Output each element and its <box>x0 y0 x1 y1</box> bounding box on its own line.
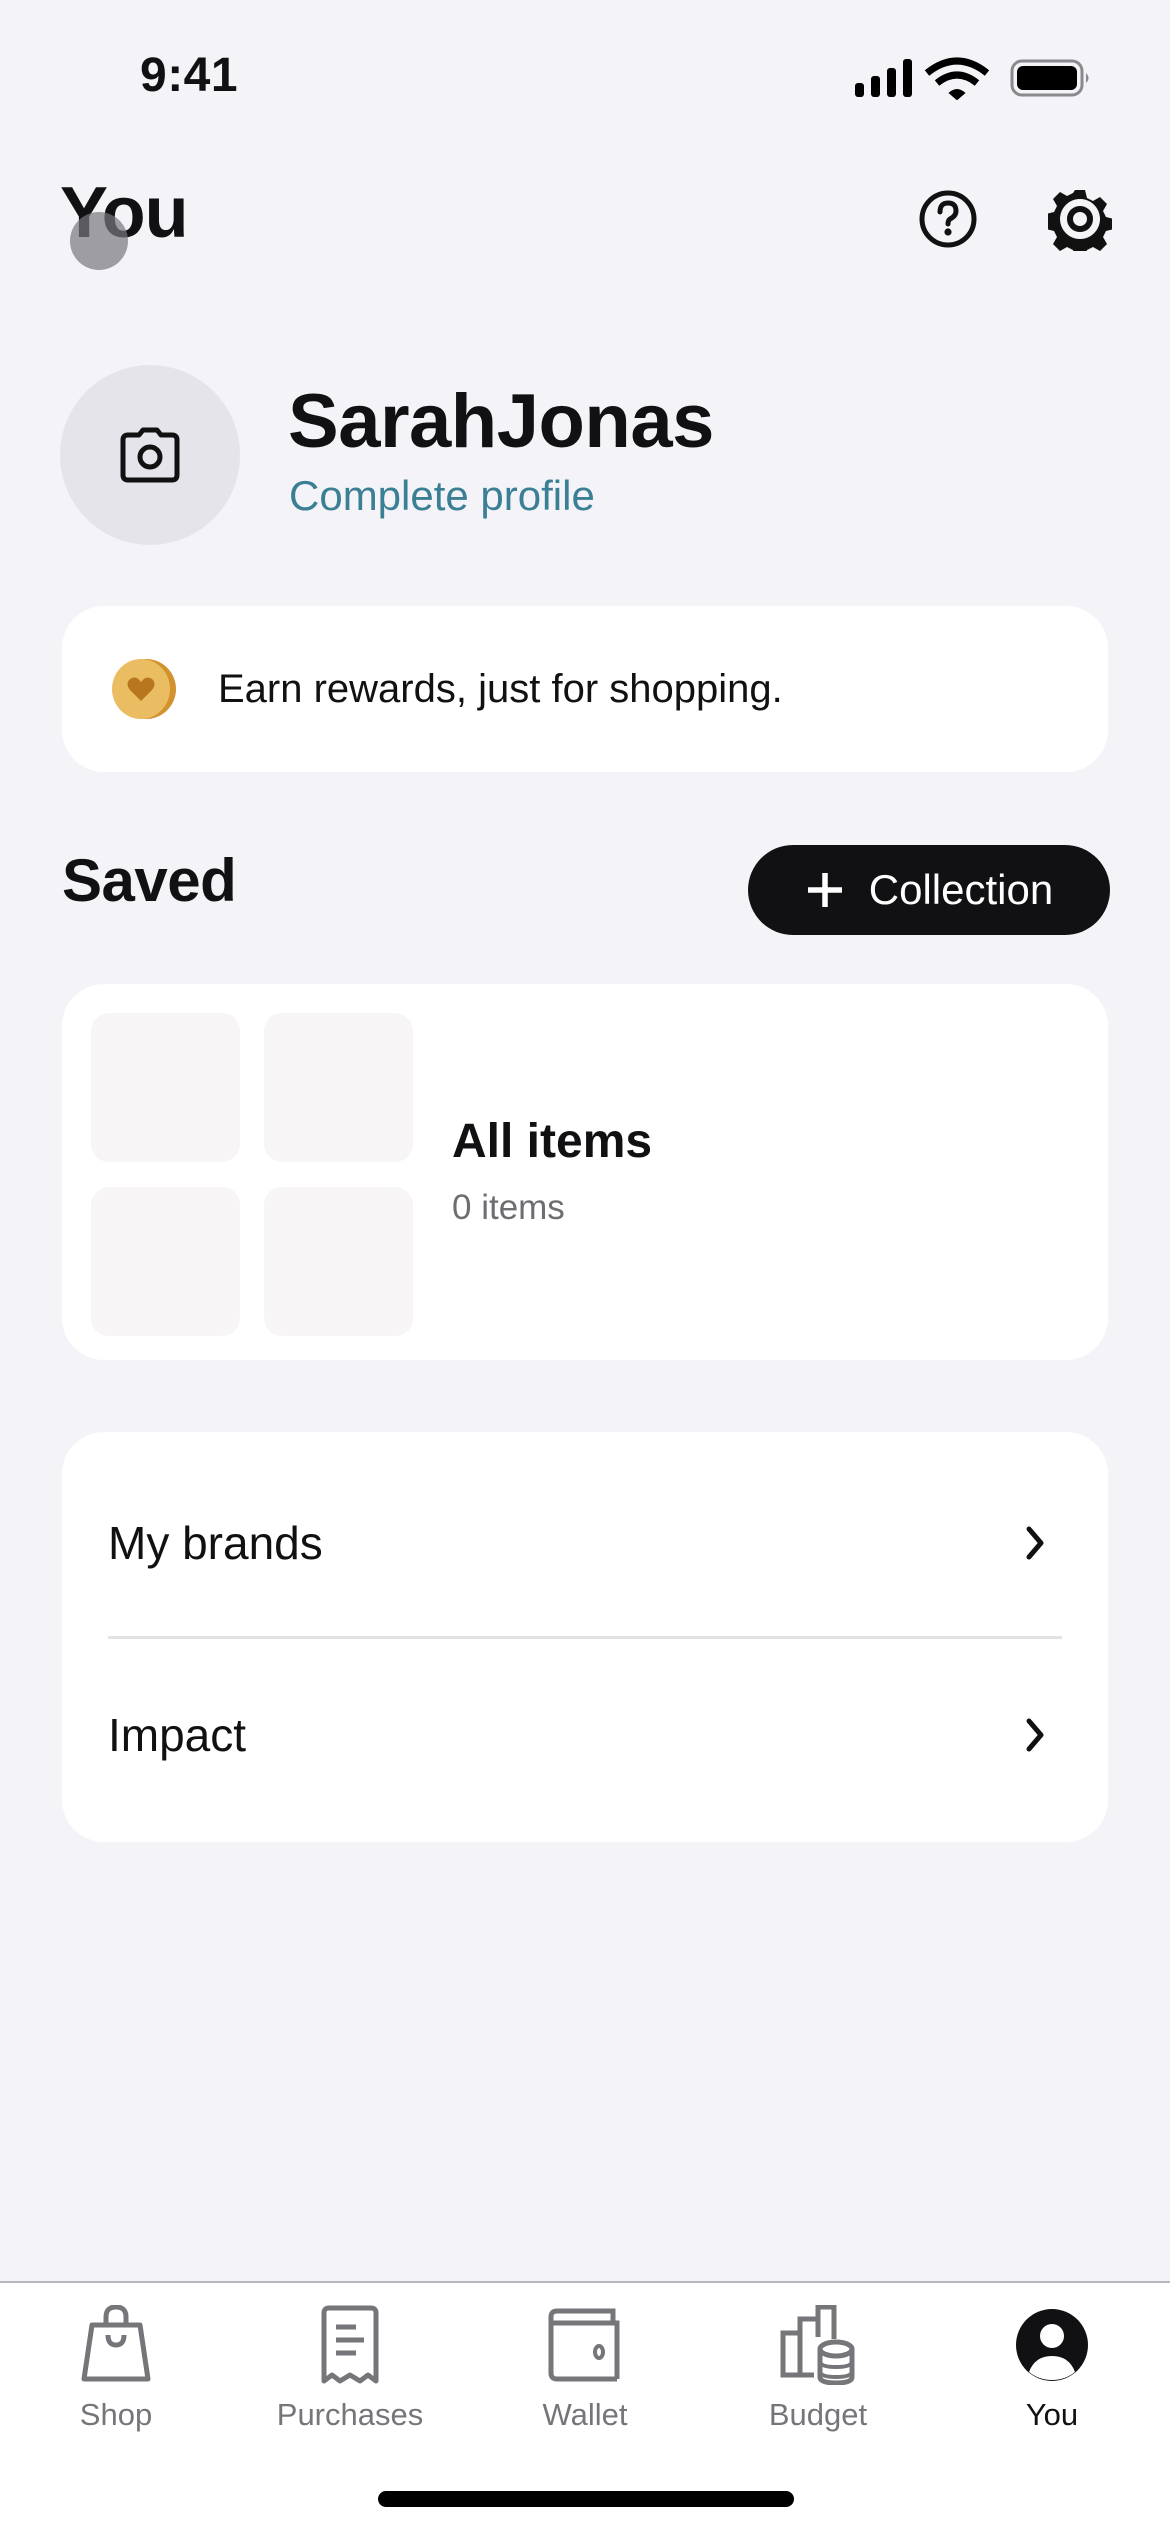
tab-purchases[interactable]: Purchases <box>250 2297 450 2433</box>
collection-card-all-items[interactable]: All items 0 items <box>62 984 1108 1360</box>
menu-list: My brands Impact <box>62 1432 1108 1842</box>
collection-count: 0 items <box>452 1188 565 1227</box>
complete-profile-link[interactable]: Complete profile <box>289 472 595 520</box>
help-button[interactable] <box>913 184 983 254</box>
heart-coin-icon <box>112 659 176 719</box>
receipt-icon <box>321 2305 379 2384</box>
tab-label: Purchases <box>276 2397 424 2432</box>
tab-label: Shop <box>79 2397 153 2432</box>
budget-chart-icon <box>780 2305 855 2385</box>
plus-icon <box>807 873 842 907</box>
chevron-right-icon <box>1026 1526 1044 1560</box>
shopping-bag-icon <box>81 2305 151 2382</box>
menu-item-impact[interactable]: Impact <box>62 1638 1108 1832</box>
chevron-right-icon <box>1026 1718 1044 1752</box>
tab-label: Budget <box>768 2397 868 2432</box>
avatar-upload-button[interactable] <box>60 365 240 545</box>
wifi-icon <box>924 57 990 100</box>
rewards-text: Earn rewards, just for shopping. <box>218 666 783 711</box>
question-circle-icon <box>919 190 977 248</box>
touch-indicator <box>70 212 128 270</box>
collection-thumbnail <box>91 1187 240 1336</box>
add-collection-button[interactable]: Collection <box>748 845 1110 935</box>
battery-icon <box>1010 59 1089 97</box>
wallet-icon <box>548 2308 620 2382</box>
cellular-signal-icon <box>855 59 912 97</box>
add-collection-label: Collection <box>868 866 1054 913</box>
tab-wallet[interactable]: Wallet <box>485 2297 685 2433</box>
menu-item-my-brands[interactable]: My brands <box>62 1446 1108 1640</box>
menu-item-label: Impact <box>108 1709 247 1761</box>
rewards-banner[interactable]: Earn rewards, just for shopping. <box>62 606 1108 772</box>
settings-button[interactable] <box>1045 184 1115 254</box>
collection-title: All items <box>452 1115 653 1168</box>
collection-thumbnail <box>264 1013 413 1162</box>
collection-thumbnail <box>264 1187 413 1336</box>
tab-label: You <box>1025 2397 1079 2432</box>
menu-item-label: My brands <box>108 1517 323 1569</box>
status-time: 9:41 <box>140 49 239 102</box>
camera-icon <box>120 427 180 483</box>
tab-budget[interactable]: Budget <box>718 2297 918 2433</box>
tab-label: Wallet <box>542 2397 628 2432</box>
profile-name: SarahJonas <box>288 379 714 464</box>
status-icons <box>855 57 1089 100</box>
saved-heading: Saved <box>62 847 237 914</box>
home-indicator[interactable] <box>378 2491 794 2507</box>
gear-icon <box>1048 190 1112 251</box>
tab-shop[interactable]: Shop <box>16 2297 216 2433</box>
person-circle-icon <box>1016 2309 1088 2381</box>
tab-you[interactable]: You <box>952 2297 1152 2433</box>
collection-thumbnail <box>91 1013 240 1162</box>
